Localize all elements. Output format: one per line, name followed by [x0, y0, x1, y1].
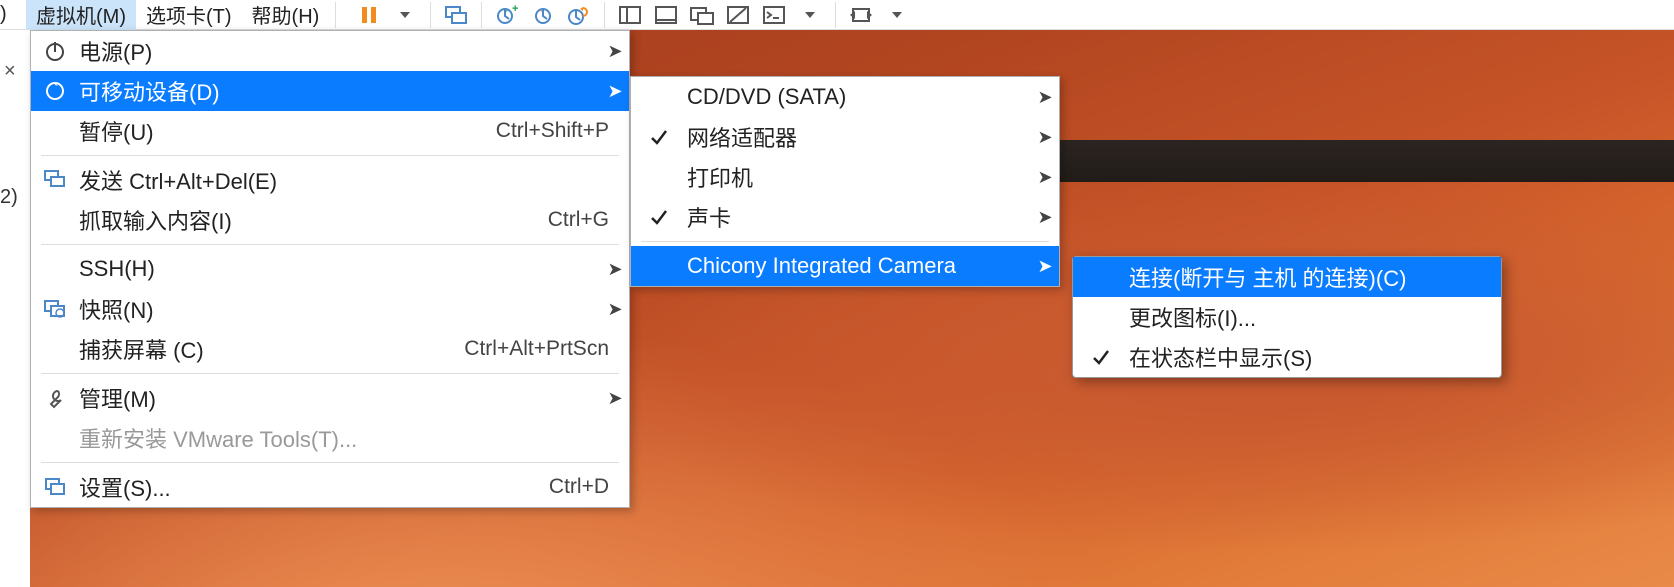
menu-label: 快照(N)	[79, 293, 601, 325]
stretch-button[interactable]	[844, 1, 878, 29]
view-thumbnails-button[interactable]	[685, 1, 719, 29]
menu-grab-input[interactable]: 抓取输入内容(I) Ctrl+G	[31, 200, 629, 240]
toolbar-dropdown-icon[interactable]	[880, 1, 914, 29]
left-cut-text: 2)	[0, 186, 18, 209]
menu-label: 发送 Ctrl+Alt+Del(E)	[79, 164, 629, 196]
menu-separator	[41, 155, 619, 156]
chevron-right-icon: ➤	[1031, 256, 1059, 277]
chevron-right-icon: ➤	[1031, 167, 1059, 188]
toolbar-separator	[335, 2, 336, 28]
menu-manage[interactable]: 管理(M) ➤	[31, 378, 629, 418]
svg-text:+: +	[512, 4, 518, 15]
menubar-item-cut[interactable]: )	[0, 0, 26, 30]
menu-separator	[41, 244, 619, 245]
check-icon	[1073, 347, 1129, 367]
menu-label: 抓取输入内容(I)	[79, 204, 548, 236]
snapshot-take-button[interactable]: +	[490, 1, 524, 29]
snapshot-manage-button[interactable]	[562, 1, 596, 29]
menubar-item-vm[interactable]: 虚拟机(M)	[26, 0, 136, 30]
show-in-statusbar[interactable]: 在状态栏中显示(S)	[1073, 337, 1501, 377]
menu-label: CD/DVD (SATA)	[687, 84, 1031, 110]
device-printer[interactable]: 打印机 ➤	[631, 157, 1059, 197]
toolbar-separator	[835, 2, 836, 28]
toolbar-separator	[481, 2, 482, 28]
chevron-right-icon: ➤	[1031, 127, 1059, 148]
menu-shortcut: Ctrl+Shift+P	[496, 119, 629, 143]
menu-power[interactable]: 电源(P) ➤	[31, 31, 629, 71]
menu-capture-screen[interactable]: 捕获屏幕 (C) Ctrl+Alt+PrtScn	[31, 329, 629, 369]
menu-label: 更改图标(I)...	[1129, 301, 1501, 333]
menu-label: Chicony Integrated Camera	[687, 253, 1031, 279]
device-network-adapter[interactable]: 网络适配器 ➤	[631, 117, 1059, 157]
settings-icon	[31, 476, 79, 498]
toolbar-separator	[430, 2, 431, 28]
device-sound-card[interactable]: 声卡 ➤	[631, 197, 1059, 237]
menu-label: 在状态栏中显示(S)	[1129, 341, 1501, 373]
chevron-right-icon: ➤	[601, 299, 629, 320]
device-cd-dvd[interactable]: CD/DVD (SATA) ➤	[631, 77, 1059, 117]
tab-close-icon[interactable]: ×	[4, 60, 16, 83]
menu-separator	[41, 373, 619, 374]
terminal-button[interactable]	[757, 1, 791, 29]
device-chicony-camera[interactable]: Chicony Integrated Camera ➤	[631, 246, 1059, 286]
menu-send-cad[interactable]: 发送 Ctrl+Alt+Del(E)	[31, 160, 629, 200]
menu-label: SSH(H)	[79, 256, 601, 282]
pause-button[interactable]	[352, 1, 386, 29]
app-topbar: ) 虚拟机(M) 选项卡(T) 帮助(H) +	[0, 0, 1674, 30]
menu-removable-devices[interactable]: 可移动设备(D) ➤	[31, 71, 629, 111]
menu-reinstall-tools: 重新安装 VMware Tools(T)...	[31, 418, 629, 458]
menu-settings[interactable]: 设置(S)... Ctrl+D	[31, 467, 629, 507]
menubar: ) 虚拟机(M) 选项卡(T) 帮助(H)	[0, 0, 329, 30]
menu-separator	[41, 462, 619, 463]
menubar-item-tabs[interactable]: 选项卡(T)	[136, 0, 242, 30]
check-icon	[631, 207, 687, 227]
cycle-icon	[31, 80, 79, 102]
menu-label: 暂停(U)	[79, 115, 496, 147]
toolbar-separator	[604, 2, 605, 28]
menu-shortcut: Ctrl+Alt+PrtScn	[464, 337, 629, 361]
menu-shortcut: Ctrl+D	[549, 475, 629, 499]
view-console-button[interactable]	[649, 1, 683, 29]
vm-menu: 电源(P) ➤ 可移动设备(D) ➤ 暂停(U) Ctrl+Shift+P 发送…	[30, 30, 630, 508]
menu-label: 可移动设备(D)	[79, 75, 601, 107]
chevron-right-icon: ➤	[1031, 87, 1059, 108]
snapshot-icon	[31, 298, 79, 320]
send-cad-icon	[31, 169, 79, 191]
usb-device-actions-menu: 连接(断开与 主机 的连接)(C) 更改图标(I)... 在状态栏中显示(S)	[1072, 256, 1502, 378]
menu-label: 捕获屏幕 (C)	[79, 333, 464, 365]
chevron-right-icon: ➤	[1031, 207, 1059, 228]
menubar-item-help[interactable]: 帮助(H)	[242, 0, 330, 30]
menu-label: 声卡	[687, 201, 1031, 233]
menu-label: 连接(断开与 主机 的连接)(C)	[1129, 261, 1501, 293]
view-single-button[interactable]	[613, 1, 647, 29]
check-icon	[631, 127, 687, 147]
chevron-right-icon: ➤	[601, 259, 629, 280]
chevron-right-icon: ➤	[601, 81, 629, 102]
menu-label: 打印机	[687, 161, 1031, 193]
menu-label: 网络适配器	[687, 121, 1031, 153]
removable-devices-menu: CD/DVD (SATA) ➤ 网络适配器 ➤ 打印机 ➤ 声卡 ➤ Chico…	[630, 76, 1060, 287]
wrench-icon	[31, 387, 79, 409]
send-cad-button[interactable]	[439, 1, 473, 29]
menu-label: 电源(P)	[79, 35, 601, 67]
menu-label: 重新安装 VMware Tools(T)...	[79, 422, 629, 454]
change-icon[interactable]: 更改图标(I)...	[1073, 297, 1501, 337]
menu-separator	[641, 241, 1049, 242]
toolbar-dropdown-icon[interactable]	[793, 1, 827, 29]
fullscreen-off-button[interactable]	[721, 1, 755, 29]
connect-disconnect-host[interactable]: 连接(断开与 主机 的连接)(C)	[1073, 257, 1501, 297]
power-icon	[31, 40, 79, 62]
menu-shortcut: Ctrl+G	[548, 208, 629, 232]
menu-pause[interactable]: 暂停(U) Ctrl+Shift+P	[31, 111, 629, 151]
menu-label: 管理(M)	[79, 382, 601, 414]
chevron-right-icon: ➤	[601, 388, 629, 409]
toolbar-dropdown-icon[interactable]	[388, 1, 422, 29]
toolbar: +	[352, 0, 914, 30]
menu-ssh[interactable]: SSH(H) ➤	[31, 249, 629, 289]
menu-label: 设置(S)...	[79, 471, 549, 503]
chevron-right-icon: ➤	[601, 41, 629, 62]
menu-snapshot[interactable]: 快照(N) ➤	[31, 289, 629, 329]
snapshot-revert-button[interactable]	[526, 1, 560, 29]
